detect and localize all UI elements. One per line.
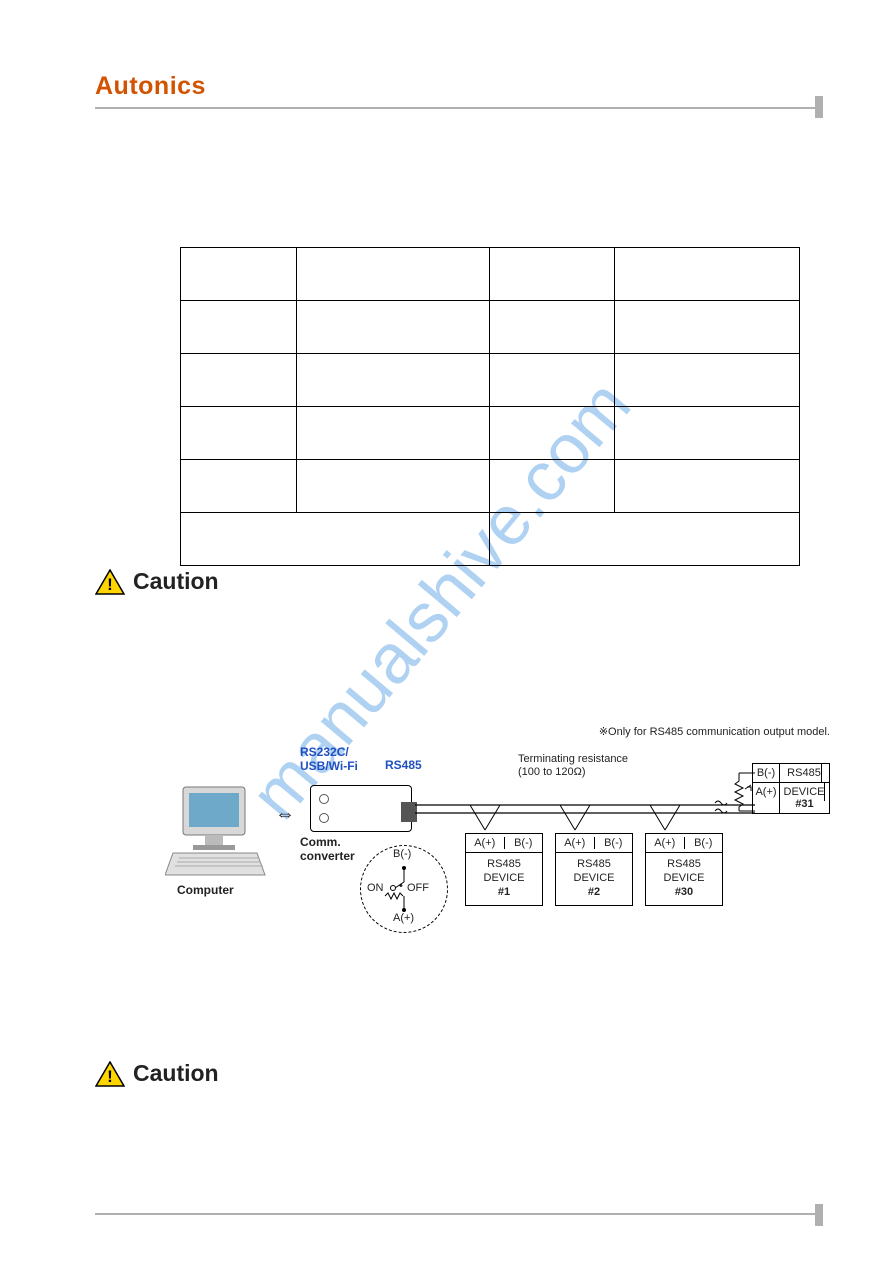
terminator-resistor-icon bbox=[721, 765, 755, 825]
footer-end-marker bbox=[815, 1204, 823, 1226]
diagram-note: ※Only for RS485 communication output mod… bbox=[599, 725, 830, 738]
wire-lines bbox=[415, 780, 755, 840]
page-header: Autonics bbox=[95, 72, 823, 109]
device-box-30: A(+)B(-) RS485DEVICE#30 bbox=[645, 833, 723, 906]
terminator-switch-bubble: B(-) ON OFF • A(+) bbox=[360, 845, 448, 933]
spec-table bbox=[180, 247, 800, 566]
caution-1: ! Caution bbox=[95, 568, 219, 595]
svg-text:!: ! bbox=[107, 1067, 113, 1086]
rs232-label: RS232C/ USB/Wi-Fi bbox=[300, 745, 358, 773]
table-row bbox=[181, 301, 800, 354]
caution-label: Caution bbox=[133, 568, 219, 595]
terminating-resistance-label: Terminating resistance (100 to 120Ω) bbox=[518, 753, 628, 779]
header-end-marker bbox=[815, 96, 823, 118]
converter-box bbox=[310, 785, 412, 832]
brand-logo: Autonics bbox=[95, 72, 206, 101]
device-box-31: B(-)RS485 A(+)DEVICE#31 bbox=[752, 763, 830, 814]
warning-triangle-icon: ! bbox=[95, 1061, 125, 1087]
table-row bbox=[181, 460, 800, 513]
caution-label: Caution bbox=[133, 1060, 219, 1087]
device-box-2: A(+)B(-) RS485DEVICE#2 bbox=[555, 833, 633, 906]
computer-icon bbox=[165, 783, 275, 883]
bidirectional-arrow-icon: ⇔ bbox=[275, 803, 295, 826]
device-box-1: A(+)B(-) RS485DEVICE#1 bbox=[465, 833, 543, 906]
table-row bbox=[181, 248, 800, 301]
caution-2: ! Caution bbox=[95, 1060, 219, 1087]
svg-text:!: ! bbox=[107, 575, 113, 594]
table-row bbox=[181, 354, 800, 407]
table-row bbox=[181, 513, 800, 566]
converter-label: Comm. converter bbox=[300, 835, 355, 863]
computer-label: Computer bbox=[177, 883, 234, 897]
table-row bbox=[181, 407, 800, 460]
page-footer bbox=[95, 1213, 823, 1215]
rs485-label: RS485 bbox=[385, 758, 422, 772]
warning-triangle-icon: ! bbox=[95, 569, 125, 595]
